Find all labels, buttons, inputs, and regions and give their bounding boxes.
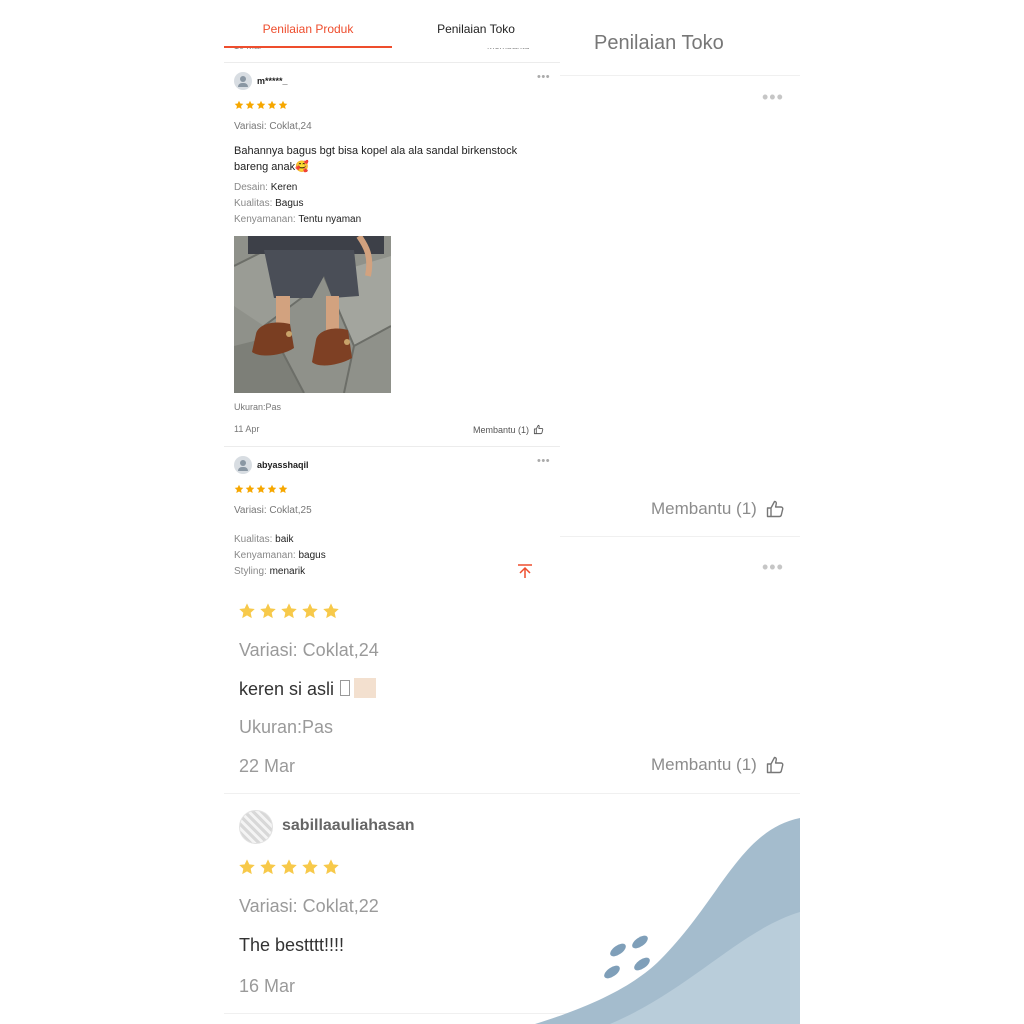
review-list-panel: 10 Mar Membantu Penilaian Produk Penilai… — [224, 0, 560, 580]
review-variation: Variasi: Coklat,24 — [234, 121, 312, 132]
star-icon — [234, 484, 244, 493]
review-photo[interactable] — [234, 236, 391, 393]
attribute-value: Keren — [270, 182, 298, 193]
review-variation: Variasi: Coklat,25 — [234, 505, 312, 516]
divider — [224, 446, 560, 447]
review-username: abyasshaqil — [257, 460, 309, 470]
attribute-label: Kualitas: — [234, 198, 273, 209]
tab-penilaian-toko[interactable]: Penilaian Toko — [392, 0, 560, 48]
review-username: m*****_ — [257, 76, 288, 86]
review-tabs: Penilaian Produk Penilaian Toko — [224, 0, 560, 48]
review-attribute: Kualitas: Bagus — [234, 198, 304, 209]
review-size: Ukuran:Pas — [234, 402, 282, 412]
helpful-button[interactable]: Membantu (1) — [473, 424, 544, 435]
review-attribute: Desain: Keren — [234, 182, 297, 193]
star-icon — [267, 484, 277, 493]
attribute-value: Bagus — [275, 198, 304, 209]
screenshot-canvas: Penilaian Toko ••• Membantu (1) ••• Vari… — [0, 0, 1024, 1024]
review-attribute: Kualitas: baik — [234, 534, 294, 545]
back-to-top-icon[interactable] — [512, 562, 538, 580]
attribute-value: menarik — [269, 566, 306, 577]
attribute-label: Kenyamanan: — [234, 550, 296, 561]
rating-stars — [234, 484, 288, 494]
star-icon — [256, 100, 266, 109]
star-icon — [278, 484, 288, 493]
review-date: 11 Apr — [234, 424, 260, 434]
review-attribute: Kenyamanan: Tentu nyaman — [234, 214, 361, 225]
divider — [224, 62, 560, 63]
tab-penilaian-produk[interactable]: Penilaian Produk — [224, 0, 392, 48]
attribute-label: Kenyamanan: — [234, 214, 296, 225]
star-icon — [267, 100, 277, 109]
attribute-value: bagus — [298, 550, 326, 561]
star-icon — [245, 100, 255, 109]
review-header: abyasshaqil — [234, 456, 309, 474]
star-icon — [234, 100, 244, 109]
review-text: Bahannya bagus bgt bisa kopel ala ala sa… — [234, 145, 518, 173]
review-attribute: Kenyamanan: bagus — [234, 550, 326, 561]
attribute-value: Tentu nyaman — [298, 214, 362, 225]
star-icon — [245, 484, 255, 493]
review-attribute: Styling: menarik — [234, 566, 305, 577]
star-icon — [256, 484, 266, 493]
helpful-label: Membantu (1) — [473, 424, 530, 435]
user-avatar-icon — [234, 456, 252, 474]
user-avatar-icon — [234, 72, 252, 90]
review-header: m*****_ — [234, 72, 288, 90]
more-options-icon[interactable]: ••• — [537, 71, 550, 83]
attribute-label: Styling: — [234, 566, 267, 577]
rating-stars — [234, 100, 288, 110]
star-icon — [278, 100, 288, 109]
attribute-label: Desain: — [234, 182, 268, 193]
attribute-value: baik — [275, 534, 294, 545]
more-options-icon[interactable]: ••• — [537, 455, 550, 467]
thumbs-up-icon — [533, 424, 544, 435]
attribute-label: Kualitas: — [234, 534, 273, 545]
review-photo-image — [234, 236, 391, 393]
